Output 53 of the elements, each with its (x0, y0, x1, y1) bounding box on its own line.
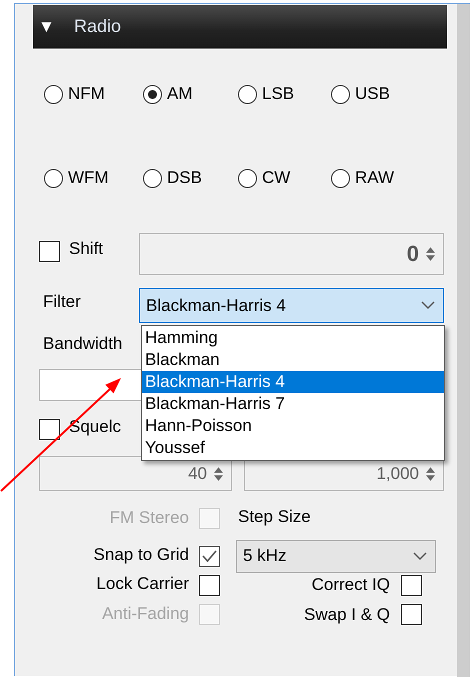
radio-label[interactable]: DSB (167, 168, 202, 188)
radio-label[interactable]: WFM (68, 168, 109, 188)
radio-label[interactable]: CW (262, 168, 290, 188)
radio-button[interactable] (238, 84, 257, 104)
scrollbar[interactable] (457, 3, 470, 677)
radio-label[interactable]: NFM (68, 84, 105, 104)
checkbox[interactable] (39, 418, 60, 440)
checkbox-label[interactable]: Squelc (69, 417, 121, 437)
checkbox-label[interactable]: Lock Carrier (96, 574, 189, 594)
section-title: Radio (74, 16, 122, 37)
checkbox[interactable] (401, 574, 422, 596)
number-field[interactable]: 0 (139, 233, 444, 275)
radio-button[interactable] (331, 168, 350, 188)
radio-label[interactable]: LSB (262, 84, 294, 104)
dropdown-option[interactable]: Blackman (142, 349, 444, 371)
field-label: Filter (43, 292, 82, 312)
field-value: 40 (188, 464, 207, 484)
checkbox-label[interactable]: Swap I & Q (304, 604, 390, 624)
section-header[interactable]: ▼ Radio (33, 5, 447, 49)
dropdown-value: Blackman-Harris 4 (146, 296, 286, 316)
field-value: 1,000 (376, 464, 419, 484)
checkbox-label[interactable]: Snap to Grid (94, 545, 189, 565)
checkbox[interactable] (401, 604, 422, 625)
dropdown-option[interactable]: Hamming (142, 327, 444, 349)
radio-button[interactable] (44, 84, 63, 104)
radio-button[interactable] (143, 84, 162, 104)
collapse-icon[interactable]: ▼ (38, 16, 64, 36)
radio-label[interactable]: RAW (355, 168, 394, 188)
dropdown-value: 5 kHz (243, 546, 286, 566)
dropdown-option[interactable]: Blackman-Harris 4 (142, 371, 444, 393)
spin-down-icon[interactable] (426, 255, 435, 261)
checkbox[interactable] (199, 546, 220, 566)
chevron-down-icon (413, 552, 427, 560)
step-size-dropdown[interactable]: 5 kHz (236, 540, 436, 572)
filter-dropdown[interactable]: Blackman-Harris 4 (139, 288, 444, 323)
dropdown-option[interactable]: Blackman-Harris 7 (142, 393, 444, 415)
radio-label[interactable]: USB (355, 84, 390, 104)
dropdown-option[interactable]: Youssef (142, 437, 444, 459)
chevron-down-icon (421, 301, 435, 310)
checkbox-label[interactable]: Correct IQ (312, 575, 390, 595)
spin-up-icon[interactable] (426, 247, 435, 253)
checkbox-label[interactable]: Shift (69, 238, 104, 258)
radio-button[interactable] (238, 168, 257, 188)
radio-button[interactable] (143, 168, 162, 188)
radio-label[interactable]: AM (167, 84, 192, 104)
radio-button[interactable] (44, 168, 63, 188)
checkbox[interactable] (199, 574, 220, 596)
field-value: 0 (406, 241, 419, 267)
field-label: Bandwidth (43, 334, 122, 355)
field-label: Step Size (238, 506, 312, 526)
radio-button[interactable] (331, 84, 350, 104)
checkbox[interactable] (39, 241, 60, 262)
dropdown-option[interactable]: Hann-Poisson (142, 415, 444, 437)
